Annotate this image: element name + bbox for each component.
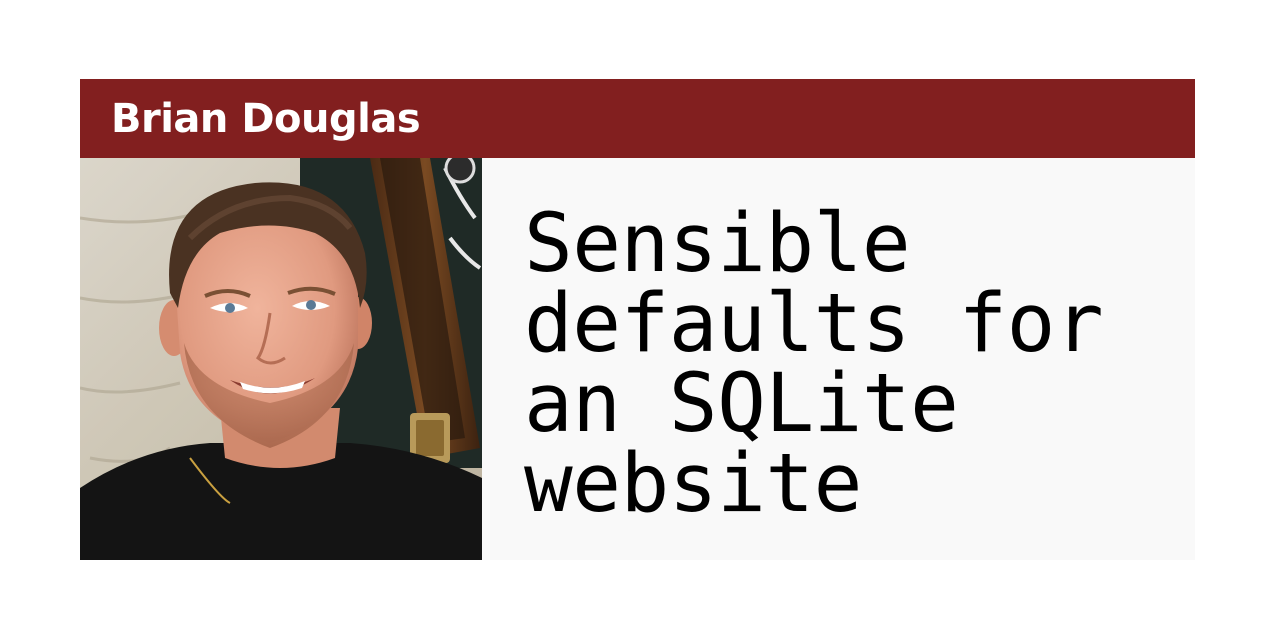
title-panel: Sensible defaults for an SQLite website bbox=[482, 158, 1195, 560]
social-card: Brian Douglas Sensible defaults for an S… bbox=[80, 79, 1195, 560]
author-photo bbox=[80, 158, 482, 560]
author-name: Brian Douglas bbox=[111, 96, 421, 142]
author-header-bar: Brian Douglas bbox=[80, 79, 1195, 158]
post-title: Sensible defaults for an SQLite website bbox=[524, 197, 1104, 531]
